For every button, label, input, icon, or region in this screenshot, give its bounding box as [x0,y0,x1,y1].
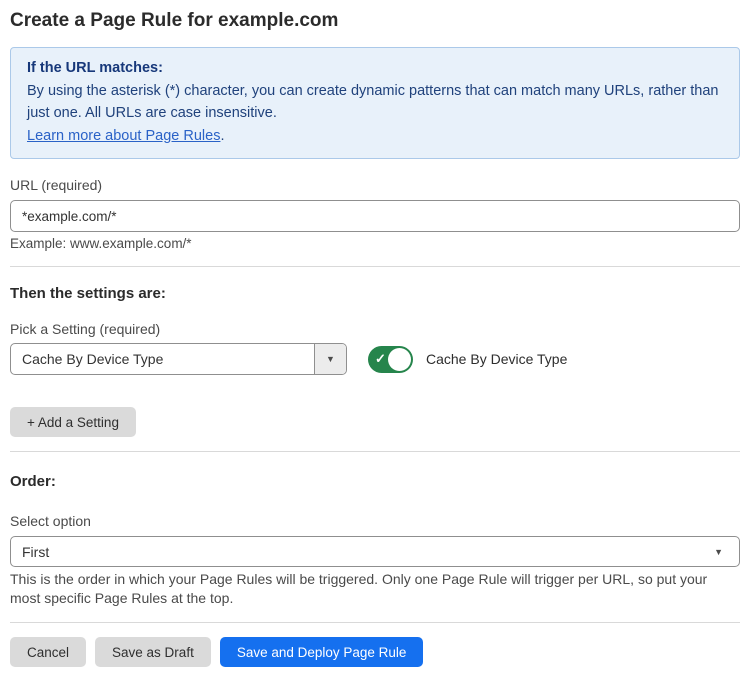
cancel-button[interactable]: Cancel [10,637,86,667]
info-box-heading: If the URL matches: [27,57,723,80]
toggle-label: Cache By Device Type [426,351,567,367]
setting-select[interactable]: Cache By Device Type ▼ [10,343,347,375]
setting-select-arrow-button[interactable]: ▼ [314,344,346,374]
chevron-down-icon: ▼ [326,354,335,364]
divider [10,266,740,267]
cache-by-device-type-toggle[interactable]: ✓ [368,346,413,373]
order-helper-text: This is the order in which your Page Rul… [10,570,740,608]
check-icon: ✓ [375,352,386,365]
add-setting-button[interactable]: + Add a Setting [10,407,136,437]
url-example-helper: Example: www.example.com/* [10,236,740,252]
info-box-body: By using the asterisk (*) character, you… [27,80,723,125]
link-period: . [220,128,224,144]
url-input[interactable] [10,200,740,232]
chevron-down-icon: ▼ [714,547,723,557]
page-title: Create a Page Rule for example.com [10,8,740,34]
save-as-draft-button[interactable]: Save as Draft [95,637,211,667]
pick-setting-label: Pick a Setting (required) [10,320,740,338]
url-field-label: URL (required) [10,176,740,194]
order-select[interactable]: First ▼ [10,536,740,567]
divider [10,622,740,623]
setting-select-value: Cache By Device Type [11,344,314,374]
settings-section-heading: Then the settings are: [10,284,740,304]
footer-actions: Cancel Save as Draft Save and Deploy Pag… [10,637,740,667]
url-matches-info-box: If the URL matches: By using the asteris… [10,47,740,159]
info-box-link-line: Learn more about Page Rules. [27,125,723,148]
learn-more-link[interactable]: Learn more about Page Rules [27,128,220,144]
order-section-heading: Order: [10,472,740,492]
order-select-label: Select option [10,512,740,530]
toggle-knob [388,348,411,371]
save-and-deploy-button[interactable]: Save and Deploy Page Rule [220,637,424,667]
order-select-value: First [22,544,714,560]
setting-row: Cache By Device Type ▼ ✓ Cache By Device… [10,343,740,375]
divider [10,451,740,452]
